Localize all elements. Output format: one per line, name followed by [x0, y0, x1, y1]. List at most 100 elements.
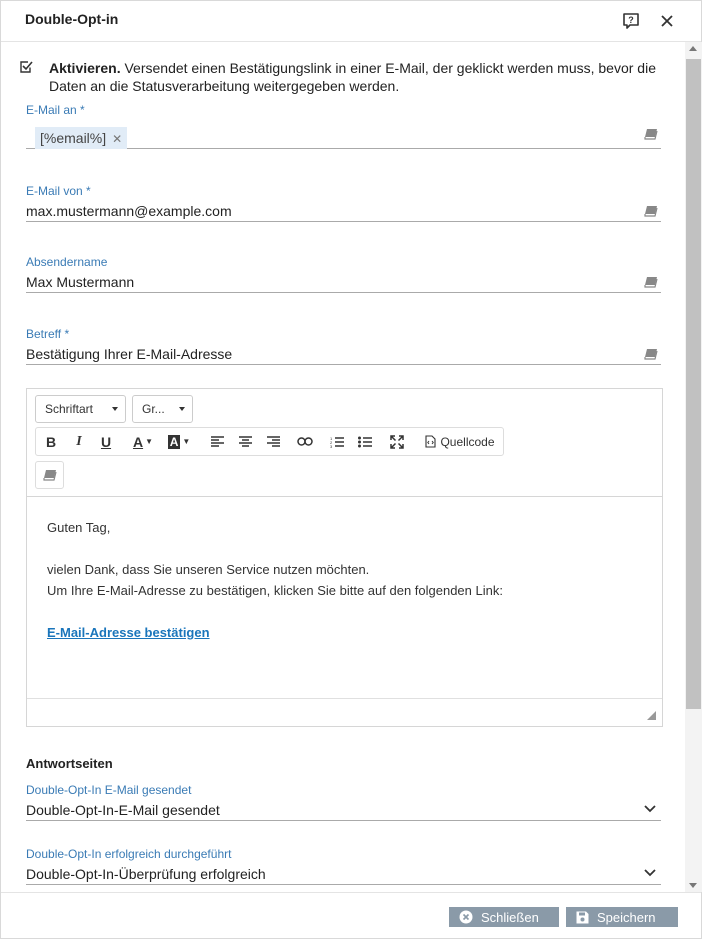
scrollbar-thumb[interactable]	[686, 59, 701, 709]
body-line-1: vielen Dank, dass Sie unseren Service nu…	[47, 562, 370, 577]
email-from-value: max.mustermann@example.com	[26, 203, 232, 219]
email-to-tag: [%email%] ✕	[35, 127, 128, 149]
italic-button[interactable]: I	[68, 428, 90, 455]
email-to-label: E-Mail an *	[26, 103, 85, 117]
rich-text-editor: Schriftart Gr... B I U A ▼ A ▼ 1 2 3 Que…	[26, 388, 663, 727]
close-circle-icon	[459, 910, 473, 924]
reply-sent-field: Double-Opt-In E-Mail gesendet Double-Opt…	[26, 783, 661, 821]
maximize-icon	[390, 434, 404, 449]
text-color-button[interactable]: A ▼	[128, 428, 158, 455]
close-icon[interactable]	[656, 10, 678, 32]
font-family-combo-label: Schriftart	[45, 402, 94, 416]
chevron-down-icon	[179, 407, 185, 411]
activate-text: Versendet einen Bestätigungslink in eine…	[49, 60, 656, 94]
font-size-combo-label: Gr...	[142, 402, 165, 416]
bullet-list-icon	[358, 436, 372, 447]
activate-checkbox[interactable]	[19, 60, 33, 74]
placeholder-book-icon[interactable]	[644, 205, 658, 217]
maximize-button[interactable]	[386, 428, 408, 455]
subject-input[interactable]: Bestätigung Ihrer E-Mail-Adresse	[26, 343, 661, 365]
double-opt-in-dialog: Double-Opt-in ? Aktivieren. Versendet ei…	[0, 0, 702, 939]
underline-button[interactable]: U	[95, 428, 117, 455]
scroll-up-icon[interactable]	[689, 46, 697, 51]
scroll-down-icon[interactable]	[689, 883, 697, 888]
chevron-down-icon: ▼	[182, 437, 191, 446]
reply-success-value: Double-Opt-In-Überprüfung erfolgreich	[26, 866, 266, 882]
formatting-group: B I U A ▼ A ▼ 1 2 3 Quellcode	[35, 427, 504, 456]
placeholder-book-icon[interactable]	[644, 276, 658, 288]
background-color-icon: A	[167, 434, 181, 449]
chevron-down-icon	[644, 869, 656, 877]
reply-success-select[interactable]: Double-Opt-In-Überprüfung erfolgreich	[26, 863, 661, 885]
confirm-email-link[interactable]: E-Mail-Adresse bestätigen	[47, 625, 210, 640]
numbered-list-button[interactable]: 123	[326, 428, 348, 455]
dialog-header: Double-Opt-in ?	[1, 1, 701, 42]
align-right-button[interactable]	[262, 428, 284, 455]
email-from-label: E-Mail von *	[26, 184, 91, 198]
body-line-2: Um Ihre E-Mail-Adresse zu bestätigen, kl…	[47, 583, 503, 598]
text-color-icon: A	[132, 433, 144, 450]
source-code-label: Quellcode	[440, 434, 495, 449]
sender-name-field: Absendername Max Mustermann	[26, 255, 661, 293]
source-code-button[interactable]: Quellcode	[419, 428, 501, 455]
email-to-tag-text: [%email%]	[40, 130, 107, 146]
font-family-combo[interactable]: Schriftart	[35, 395, 126, 423]
align-left-button[interactable]	[206, 428, 228, 455]
dialog-title: Double-Opt-in	[25, 11, 119, 27]
email-from-field: E-Mail von * max.mustermann@example.com	[26, 184, 661, 222]
bold-button[interactable]: B	[40, 428, 62, 455]
greeting-text: Guten Tag,	[47, 520, 111, 535]
reply-sent-label: Double-Opt-In E-Mail gesendet	[26, 783, 192, 797]
placeholder-book-icon	[42, 470, 57, 481]
chevron-down-icon: ▼	[145, 437, 154, 446]
email-to-field: E-Mail an * [%email%] ✕	[26, 103, 661, 149]
help-icon[interactable]: ?	[620, 10, 642, 32]
subject-label: Betreff *	[26, 327, 70, 341]
reply-pages-title: Antwortseiten	[26, 756, 113, 771]
editor-toolbar: Schriftart Gr... B I U A ▼ A ▼ 1 2 3 Que…	[27, 389, 662, 497]
reply-sent-select[interactable]: Double-Opt-In-E-Mail gesendet	[26, 799, 661, 821]
bullet-list-button[interactable]	[354, 428, 376, 455]
resize-handle-icon[interactable]	[647, 711, 656, 720]
sender-name-label: Absendername	[26, 255, 108, 269]
activate-description: Aktivieren. Versendet einen Bestätigungs…	[49, 59, 661, 95]
reply-success-label: Double-Opt-In erfolgreich durchgeführt	[26, 847, 232, 861]
align-right-icon	[266, 436, 280, 447]
close-button[interactable]: Schließen	[449, 907, 559, 927]
font-size-combo[interactable]: Gr...	[132, 395, 193, 423]
dialog-footer: Schließen Speichern	[1, 892, 701, 938]
email-to-input[interactable]: [%email%] ✕	[26, 119, 661, 149]
placeholder-button[interactable]	[35, 461, 64, 489]
activate-label: Aktivieren.	[49, 60, 121, 76]
align-left-icon	[210, 436, 224, 447]
close-button-label: Schließen	[481, 909, 539, 925]
save-button[interactable]: Speichern	[566, 907, 678, 927]
svg-text:?: ?	[628, 15, 634, 25]
align-center-icon	[238, 436, 252, 447]
reply-sent-value: Double-Opt-In-E-Mail gesendet	[26, 802, 220, 818]
subject-field: Betreff * Bestätigung Ihrer E-Mail-Adres…	[26, 327, 661, 365]
placeholder-book-icon[interactable]	[644, 348, 658, 360]
dialog-content: Aktivieren. Versendet einen Bestätigungs…	[1, 42, 685, 892]
remove-tag-icon[interactable]: ✕	[112, 132, 122, 146]
reply-success-field: Double-Opt-In erfolgreich durchgeführt D…	[26, 847, 661, 885]
chevron-down-icon	[644, 805, 656, 813]
placeholder-book-icon[interactable]	[644, 128, 658, 140]
subject-value: Bestätigung Ihrer E-Mail-Adresse	[26, 346, 233, 362]
svg-text:3: 3	[330, 444, 333, 448]
numbered-list-icon: 123	[330, 436, 344, 448]
sender-name-input[interactable]: Max Mustermann	[26, 271, 661, 293]
save-icon	[576, 911, 589, 923]
editor-content[interactable]: Guten Tag, vielen Dank, dass Sie unseren…	[47, 517, 647, 643]
link-icon	[297, 437, 313, 446]
chevron-down-icon	[112, 407, 118, 411]
vertical-scrollbar[interactable]	[685, 42, 702, 892]
email-from-input[interactable]: max.mustermann@example.com	[26, 200, 661, 222]
sender-name-value: Max Mustermann	[26, 274, 135, 290]
source-code-icon	[425, 435, 437, 448]
background-color-button[interactable]: A ▼	[164, 428, 194, 455]
editor-statusbar	[27, 698, 662, 726]
save-button-label: Speichern	[597, 909, 656, 925]
align-center-button[interactable]	[234, 428, 256, 455]
link-button[interactable]	[294, 428, 316, 455]
